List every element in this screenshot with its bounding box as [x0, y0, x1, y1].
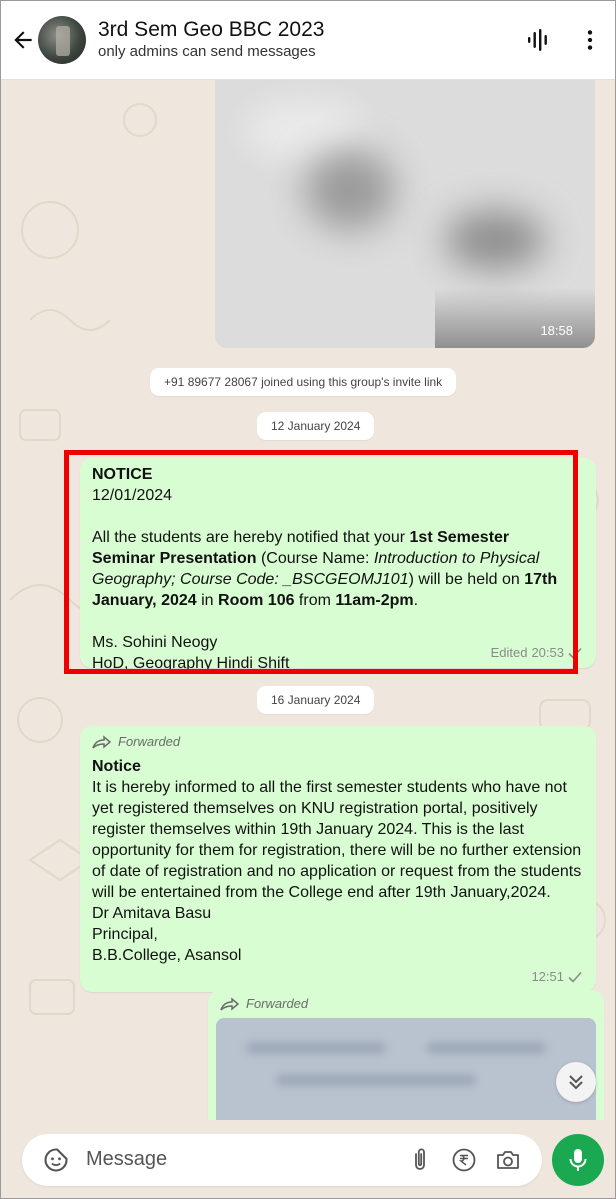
forwarded-tag: Forwarded — [220, 996, 308, 1011]
forward-icon — [220, 996, 240, 1011]
notice-meta: Edited 20:53 — [491, 645, 582, 660]
paperclip-icon — [415, 1148, 425, 1170]
chat-header: 3rd Sem Geo BBC 2023 only admins can sen… — [0, 0, 616, 80]
group-avatar[interactable] — [38, 15, 86, 64]
forwarded-heading: Notice — [92, 758, 141, 775]
camera-icon — [497, 1150, 519, 1169]
group-subtitle: only admins can send messages — [98, 43, 316, 60]
forwarded-tag: Forwarded — [92, 734, 180, 749]
single-tick-icon — [568, 647, 582, 659]
image-time: 18:58 — [540, 323, 573, 338]
forwarded-image[interactable] — [216, 1018, 596, 1120]
notice-heading: NOTICE — [92, 466, 153, 483]
forwarded-sig1: Dr Amitava Basu — [92, 905, 212, 922]
audio-wave-icon — [528, 28, 547, 51]
forward-icon — [92, 734, 112, 749]
forwarded-meta: 12:51 — [531, 969, 582, 984]
single-tick-icon — [568, 971, 582, 983]
more-vert-icon — [587, 29, 593, 50]
notice-message-bubble[interactable]: NOTICE 12/01/2024 All the students are h… — [80, 458, 596, 672]
camera-button[interactable] — [486, 1138, 530, 1182]
forwarded-message-bubble[interactable]: Forwarded Notice It is hereby informed t… — [80, 726, 596, 992]
date-separator: 12 January 2024 — [257, 412, 375, 440]
system-joined-notice: +91 89677 28067 joined using this group'… — [150, 368, 457, 396]
voice-message-button[interactable] — [552, 1133, 604, 1186]
message-composer — [0, 1120, 616, 1199]
forwarded-label: Forwarded — [246, 996, 309, 1011]
forwarded-sig2: Principal, — [92, 926, 158, 943]
more-options-button[interactable] — [564, 0, 616, 80]
notice-time: 20:53 — [531, 645, 564, 660]
notice-body: All the students are hereby notified tha… — [92, 529, 558, 609]
scroll-to-bottom-button[interactable] — [556, 1062, 596, 1102]
chat-area[interactable]: 18:58 +91 89677 28067 joined using this … — [0, 80, 616, 1120]
edited-label: Edited — [490, 645, 528, 660]
sticker-icon — [44, 1147, 68, 1172]
voice-chat-button[interactable] — [512, 0, 564, 80]
group-info[interactable]: 3rd Sem Geo BBC 2023 only admins can sen… — [98, 17, 512, 62]
forwarded-sig3: B.B.College, Asansol — [92, 947, 242, 964]
sticker-button[interactable] — [34, 1138, 78, 1182]
image-message[interactable]: 18:58 — [215, 80, 595, 348]
back-arrow-icon — [14, 30, 32, 49]
forwarded-label: Forwarded — [118, 734, 181, 749]
rupee-icon — [452, 1148, 476, 1171]
double-chevron-down-icon — [569, 1075, 583, 1090]
input-bar — [22, 1133, 542, 1186]
forwarded-body: It is hereby informed to all the first s… — [92, 779, 582, 901]
attach-button[interactable] — [398, 1138, 442, 1182]
payment-button[interactable] — [442, 1138, 486, 1182]
date-separator: 16 January 2024 — [257, 686, 375, 714]
forwarded-time: 12:51 — [531, 969, 564, 984]
notice-date: 12/01/2024 — [92, 487, 173, 504]
message-input[interactable] — [86, 1148, 398, 1171]
group-title: 3rd Sem Geo BBC 2023 — [98, 18, 325, 41]
microphone-icon — [569, 1148, 587, 1171]
